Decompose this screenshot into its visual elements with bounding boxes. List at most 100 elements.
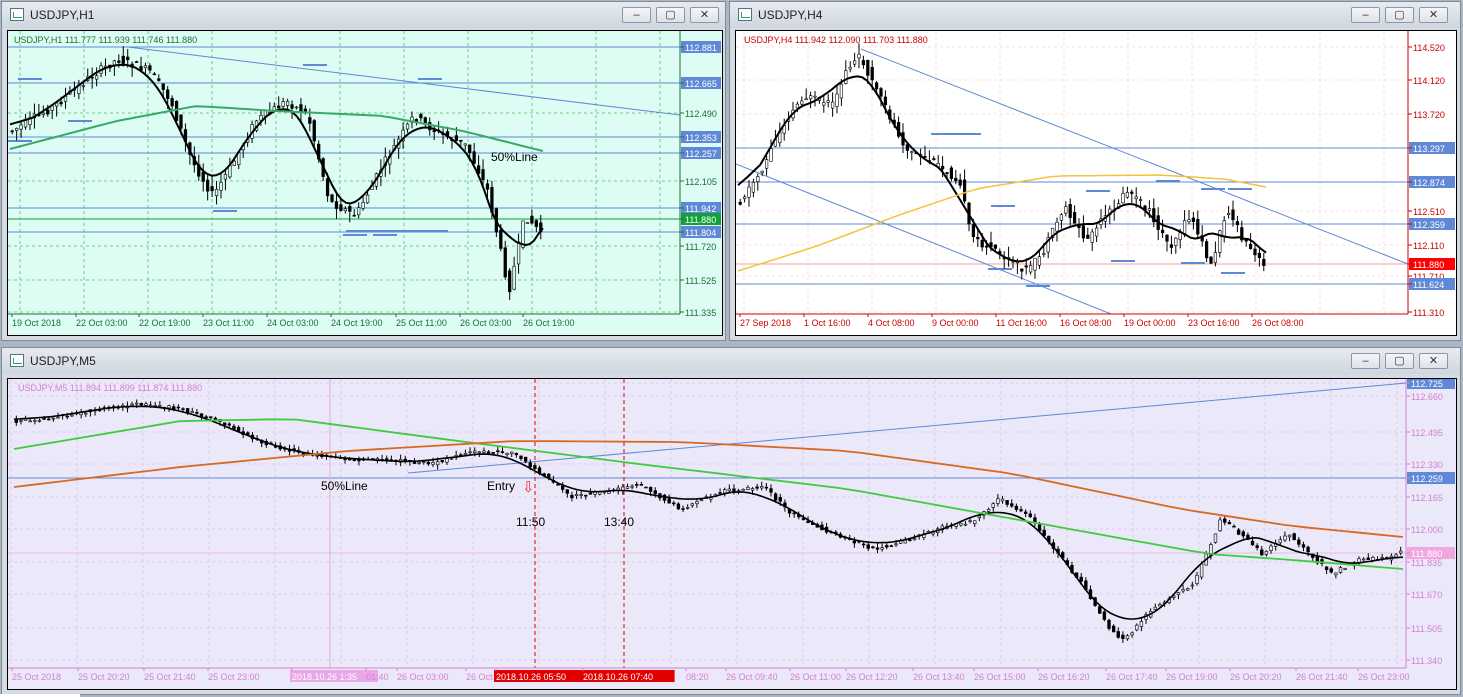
h4-candle	[1028, 265, 1033, 273]
h4-candle	[1130, 191, 1134, 194]
time-tick-label: 26 Oct	[466, 672, 493, 682]
minimize-button[interactable]: ‒	[1351, 353, 1380, 369]
time-tick-label: 08:20	[686, 672, 709, 682]
m5-candle	[741, 488, 745, 491]
h4-candle	[1178, 232, 1182, 240]
time-tick-label: 26 Oct 08:00	[1252, 318, 1304, 328]
h4-candle	[1160, 229, 1165, 234]
price-tick-label: 112.259	[1411, 474, 1443, 484]
maximize-button[interactable]: ▢	[656, 7, 685, 23]
h1-candle	[330, 194, 334, 202]
m5-candle	[139, 403, 144, 406]
m5-candle	[496, 450, 500, 453]
h1-candle	[121, 55, 125, 64]
m5-candle	[1107, 619, 1111, 629]
price-tick-label: 111.880	[685, 215, 716, 225]
m5-candle	[560, 485, 565, 490]
h1-candle	[481, 169, 485, 180]
m5-candle	[630, 485, 634, 488]
h1-candle	[508, 270, 512, 293]
price-tick-label: 114.520	[1413, 43, 1445, 53]
h4-candle	[1262, 258, 1266, 266]
h4-candle	[962, 179, 967, 202]
h4-chart-header: USDJPY,H4 111.942 112.090 111.703 111.88…	[744, 35, 928, 45]
h4-candle	[848, 66, 852, 70]
price-axis-bg	[680, 31, 722, 314]
time-tick-label: 25 Oct 11:00	[396, 318, 447, 328]
price-tick-label: 111.624	[1413, 280, 1444, 290]
h1-titlebar[interactable]: USDJPY,H1 ‒ ▢ ✕	[2, 2, 725, 28]
h1-candle	[112, 60, 117, 66]
h1-candle	[10, 130, 14, 133]
h4-chart-canvas[interactable]: USDJPY,H4 111.942 112.090 111.703 111.88…	[736, 31, 1456, 335]
usdjpy-h1-window[interactable]: USDJPY,H1 ‒ ▢ ✕ USDJPY,H1 111.777 111.93…	[1, 1, 726, 341]
minimize-button[interactable]: ‒	[1351, 7, 1380, 23]
h1-candle	[468, 144, 472, 153]
price-tick-label: 111.804	[685, 228, 716, 238]
close-button[interactable]: ✕	[1419, 353, 1448, 369]
h4-candle	[932, 158, 936, 160]
h1-candle	[179, 114, 183, 129]
close-button[interactable]: ✕	[1419, 7, 1448, 23]
m5-candle	[639, 484, 644, 486]
h4-chart[interactable]: USDJPY,H4 111.942 112.090 111.703 111.88…	[735, 30, 1457, 336]
h1-chart[interactable]: USDJPY,H1 111.777 111.939 111.746 111.88…	[7, 30, 723, 336]
h1-chart-canvas[interactable]: USDJPY,H1 111.777 111.939 111.746 111.88…	[8, 31, 722, 335]
m5-candle	[1190, 584, 1195, 587]
time-tick-label: 16 Oct 08:00	[1060, 318, 1112, 328]
m5-titlebar[interactable]: USDJPY,M5 ‒ ▢ ✕	[2, 348, 1460, 374]
maximize-button[interactable]: ▢	[1385, 353, 1414, 369]
price-tick-label: 112.490	[685, 109, 717, 119]
m5-candle	[760, 486, 764, 489]
h1-candle	[277, 105, 281, 109]
m5-candle	[908, 539, 912, 542]
m5-candle	[676, 503, 681, 510]
m5-candle	[1324, 566, 1329, 571]
m5-candle	[153, 404, 157, 407]
h4-candle	[1257, 252, 1262, 258]
m5-candle	[977, 515, 982, 519]
m5-candle	[699, 499, 704, 502]
h4-titlebar[interactable]: USDJPY,H4 ‒ ▢ ✕	[730, 2, 1460, 28]
h4-candle	[980, 239, 984, 248]
price-tick-label: 111.720	[685, 242, 716, 252]
m5-candle	[718, 492, 722, 494]
h1-candle	[259, 115, 263, 121]
usdjpy-m5-window[interactable]: USDJPY,M5 ‒ ▢ ✕ USDJPY,M5 111.894 111.89…	[1, 347, 1461, 695]
h4-candle	[1147, 208, 1152, 211]
m5-candle	[1343, 568, 1347, 570]
m5-candle	[1232, 525, 1236, 528]
m5-candle	[1130, 632, 1134, 636]
h4-candle	[1059, 214, 1064, 221]
m5-candle	[667, 498, 671, 504]
time-tick-label: 25 Oct 2018	[12, 672, 61, 682]
h1-candle	[90, 76, 94, 79]
m5-candle	[778, 497, 782, 502]
m5-candle	[1116, 631, 1120, 638]
h4-candle	[742, 196, 747, 200]
price-tick-label: 112.105	[685, 177, 717, 187]
m5-chart-canvas[interactable]: USDJPY,M5 111.894 111.899 111.874 111.88…	[8, 379, 1456, 689]
m5-candle	[486, 451, 491, 454]
close-button[interactable]: ✕	[690, 7, 719, 23]
time-tick-label: 26 Oct 16:20	[1038, 672, 1090, 682]
h4-candle	[1055, 221, 1059, 232]
maximize-button[interactable]: ▢	[1385, 7, 1414, 23]
m5-candle	[672, 502, 676, 505]
m5-candle	[1186, 588, 1190, 591]
h1-candle	[432, 130, 436, 133]
h4-candle	[1209, 256, 1213, 264]
h1-candle	[157, 78, 161, 81]
h1-candle	[166, 89, 170, 99]
m5-chart[interactable]: USDJPY,M5 111.894 111.899 111.874 111.88…	[7, 378, 1457, 690]
h1-candle	[512, 265, 516, 290]
usdjpy-h4-window[interactable]: USDJPY,H4 ‒ ▢ ✕ USDJPY,H4 111.942 112.09…	[729, 1, 1461, 341]
m5-candle	[47, 418, 51, 421]
m5-candle	[1195, 575, 1199, 584]
m5-candle	[1153, 606, 1157, 610]
m5-candle	[1241, 531, 1245, 537]
m5-candle	[1334, 572, 1338, 576]
minimize-button[interactable]: ‒	[622, 7, 651, 23]
h4-candle	[751, 181, 756, 193]
h4-candle	[874, 82, 879, 90]
